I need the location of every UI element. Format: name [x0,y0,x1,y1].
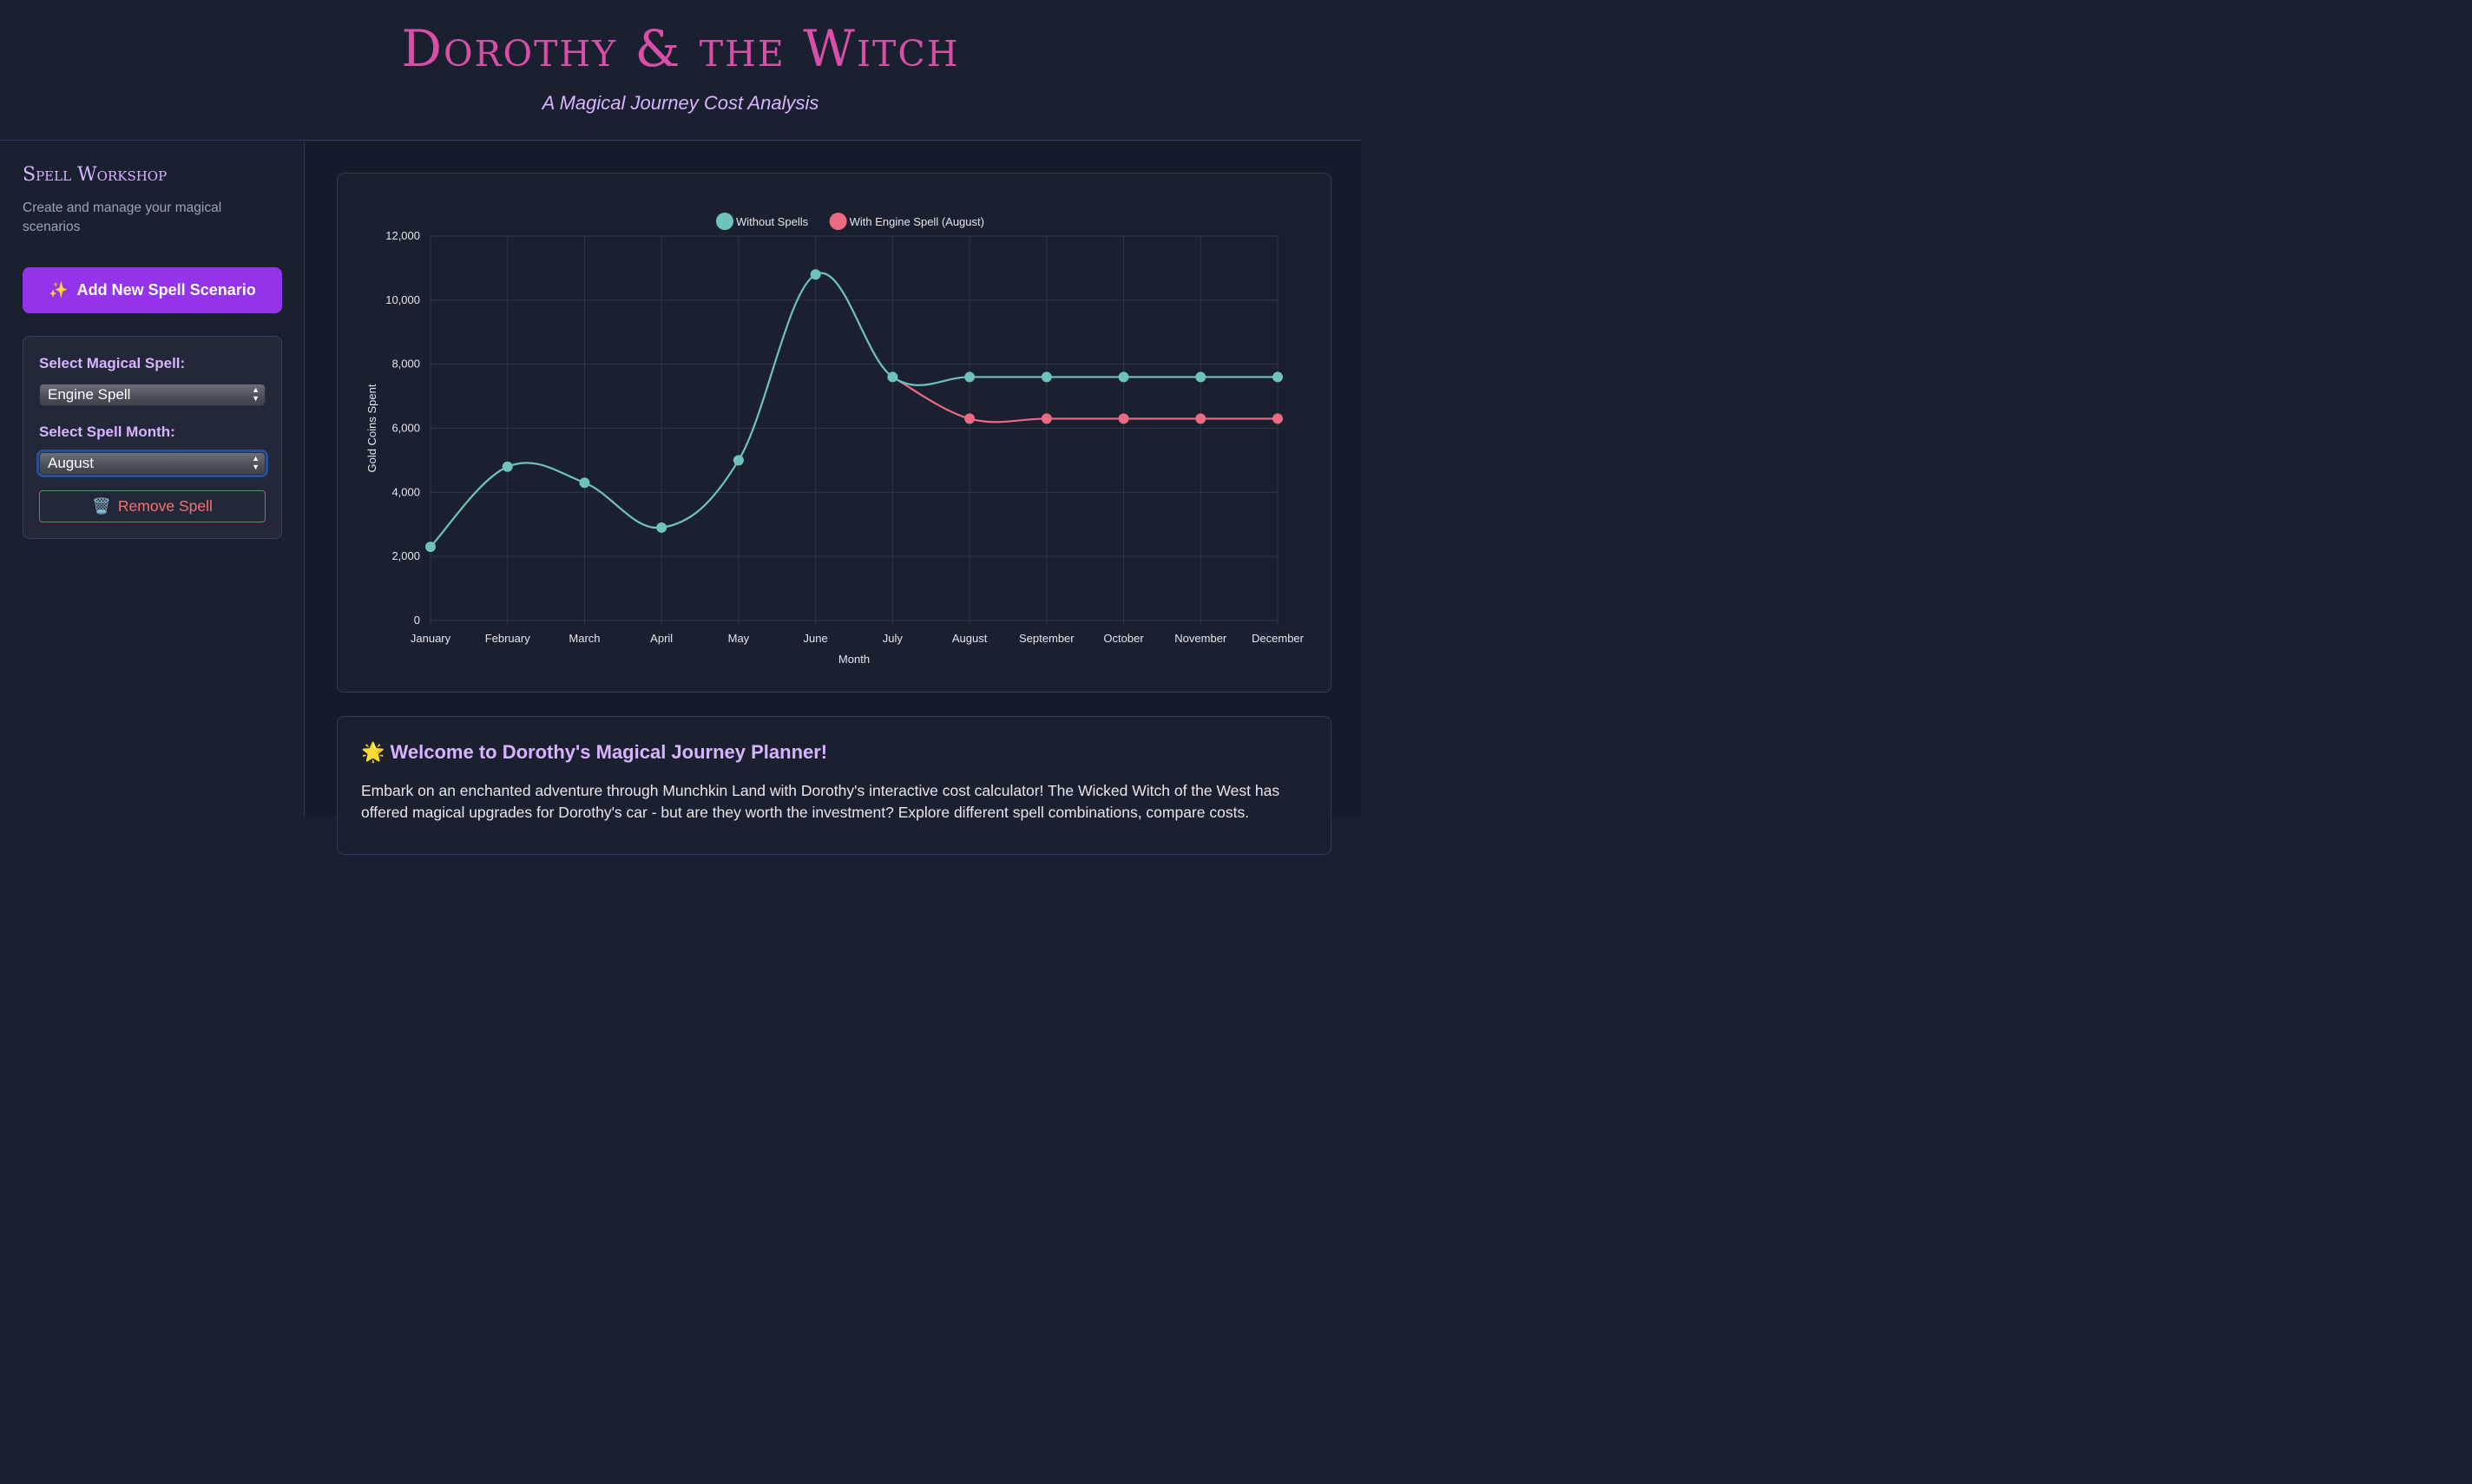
month-select[interactable]: August ▲ ▼ [39,452,266,475]
chart-card: 0 2,000 4,000 6,000 8,000 10,000 12,000 January… [337,173,1331,693]
y-tick-label: 12,000 [385,229,420,242]
x-axis-title: Month [838,653,870,666]
data-point [1272,413,1283,424]
x-tick-label: June [804,632,828,645]
data-point [1118,413,1129,424]
y-tick-label: 6,000 [391,422,420,435]
x-tick-label: May [728,632,750,645]
remove-spell-button[interactable]: 🗑️ Remove Spell [39,490,266,522]
month-select-value: August [48,455,94,471]
select-arrows-icon: ▲ ▼ [252,454,260,471]
y-tick-label: 2,000 [391,549,420,562]
data-point [887,371,898,383]
welcome-title-text: Welcome to Dorothy's Magical Journey Pla… [390,741,828,763]
spell-scenario-card: Select Magical Spell: Engine Spell ▲ ▼ Se… [23,336,282,539]
sidebar: Spell Workshop Create and manage your ma… [0,141,305,817]
app-subtitle: A Magical Journey Cost Analysis [542,92,819,114]
y-tick-label: 10,000 [385,293,420,306]
trash-icon: 🗑️ [92,497,111,515]
x-tick-label: April [650,632,673,645]
spell-select-label: Select Magical Spell: [39,355,186,371]
data-point [502,461,513,472]
cost-line-chart: 0 2,000 4,000 6,000 8,000 10,000 12,000 January… [365,213,1305,666]
x-tick-label: March [569,632,600,645]
data-point [579,477,590,489]
remove-spell-label: Remove Spell [117,497,213,515]
data-point [1195,413,1206,424]
x-tick-label: September [1019,632,1075,645]
legend-swatch [829,213,847,230]
x-tick-label: December [1252,632,1305,645]
data-point [656,522,667,533]
data-point [1041,413,1052,424]
legend-label: With Engine Spell (August) [850,215,984,228]
sidebar-description: Create and manage your magical scenarios [23,200,222,234]
welcome-text: Embark on an enchanted adventure through… [361,782,1280,821]
data-point [1195,371,1206,383]
add-spell-scenario-label: Add New Spell Scenario [76,281,256,299]
data-point [425,542,436,553]
x-tick-label: July [883,632,904,645]
main-content: 0 2,000 4,000 6,000 8,000 10,000 12,000 January… [306,141,1361,855]
add-spell-scenario-button[interactable]: ✨ Add New Spell Scenario [23,267,282,313]
y-tick-label: 8,000 [391,358,420,371]
welcome-card: 🌟 Welcome to Dorothy's Magical Journey P… [337,716,1331,855]
data-point [1272,371,1283,383]
spell-select-value: Engine Spell [48,386,131,403]
sidebar-title: Spell Workshop [23,164,168,186]
welcome-title: 🌟 Welcome to Dorothy's Magical Journey P… [361,741,827,764]
y-tick-label: 4,000 [391,485,420,498]
data-point [1118,371,1129,383]
spell-select[interactable]: Engine Spell ▲ ▼ [39,384,266,406]
x-tick-label: October [1103,632,1144,645]
data-point [733,455,744,466]
star-icon: 🌟 [361,741,385,763]
y-axis-title: Gold Coins Spent [365,384,378,472]
data-point [964,413,976,424]
data-point [810,269,821,280]
month-select-label: Select Spell Month: [39,424,175,440]
sparkles-icon: ✨ [49,281,69,299]
data-point [964,371,976,383]
data-point [1041,371,1052,383]
select-arrows-icon: ▲ ▼ [252,385,260,403]
legend-swatch [716,213,733,230]
x-tick-label: August [952,632,988,645]
x-tick-label: February [485,632,531,645]
legend-label: Without Spells [736,215,809,228]
x-tick-label: November [1174,632,1227,645]
y-tick-label: 0 [414,614,420,627]
series-line [891,376,1278,424]
app-header: Dorothy & the Witch A Magical Journey Co… [0,0,1361,141]
series-line [430,272,1278,548]
app-title: Dorothy & the Witch [401,19,960,78]
x-tick-label: January [411,632,451,645]
